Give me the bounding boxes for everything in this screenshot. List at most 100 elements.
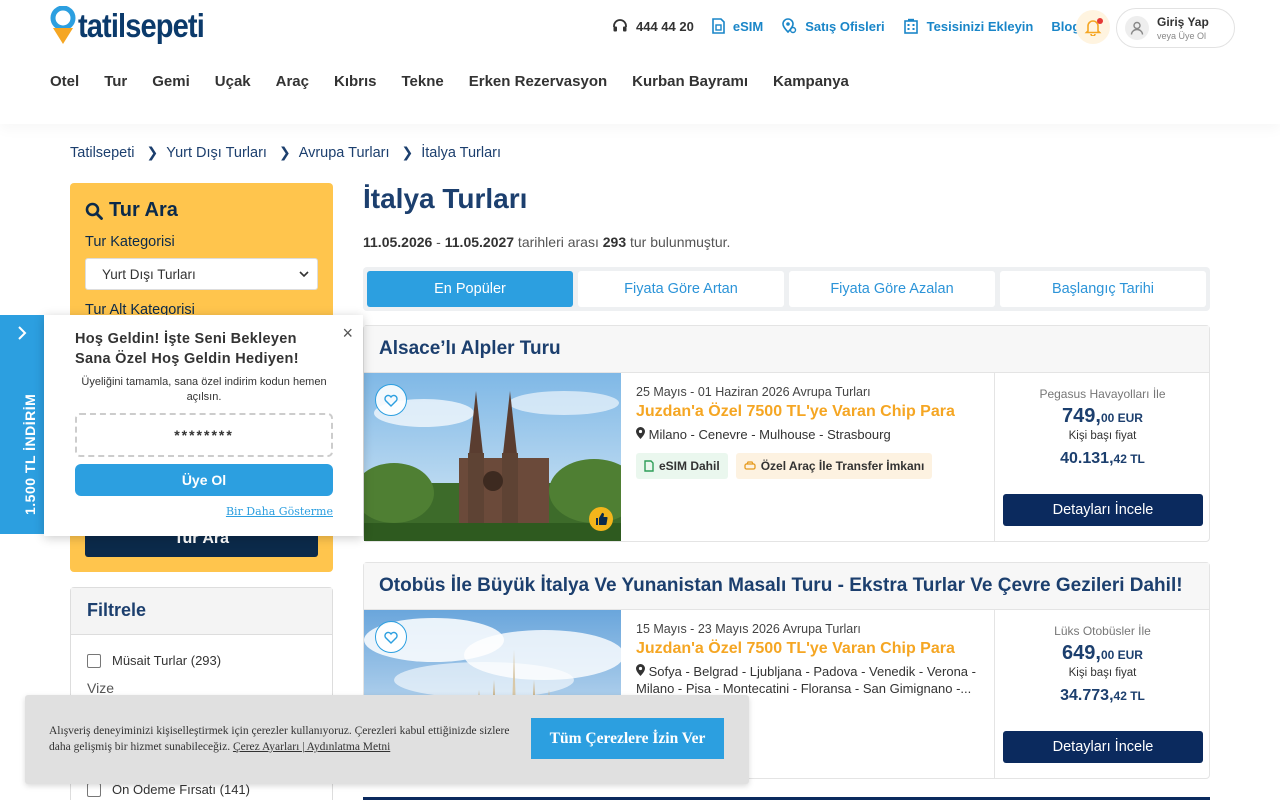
per-person-label: Kişi başı fiyat — [1068, 430, 1137, 442]
heart-icon — [384, 394, 398, 407]
login-label: Giriş Yap — [1157, 15, 1209, 29]
car-icon — [744, 461, 756, 470]
details-button[interactable]: Detayları İncele — [1003, 494, 1203, 526]
tour-route: Milano - Cenevre - Mulhouse - Strasbourg — [636, 426, 986, 443]
result-summary: 11.05.2026 - 11.05.2027 tarihleri arası … — [363, 234, 731, 250]
filter-available[interactable]: Müsait Turlar (293) — [71, 653, 332, 668]
nav-item-tur[interactable]: Tur — [104, 73, 127, 90]
filter-prepay-label: Ön Ödeme Fırsatı (141) — [112, 782, 250, 797]
tour-image[interactable] — [364, 373, 621, 541]
prepay-checkbox[interactable] — [87, 782, 101, 797]
phone-link[interactable]: 444 44 20 — [612, 18, 694, 34]
headset-icon — [613, 19, 627, 32]
breadcrumb-current[interactable]: İtalya Turları — [421, 145, 501, 161]
page-title: İtalya Turları — [363, 183, 528, 214]
breadcrumb-item[interactable]: Avrupa Turları — [299, 145, 390, 161]
tag-transfer: Özel Araç İle Transfer İmkanı — [735, 453, 933, 479]
esim-link[interactable]: eSIM — [712, 18, 763, 34]
main-nav: Otel Tur Gemi Uçak Araç Kıbrıs Tekne Erk… — [50, 73, 874, 90]
details-button[interactable]: Detayları İncele — [1003, 731, 1203, 763]
search-panel-title: Tur Ara — [85, 199, 318, 222]
chevron-right-icon: ❯ — [278, 144, 291, 160]
location-search-icon — [782, 18, 797, 34]
accept-cookies-button[interactable]: Tüm Çerezlere İzin Ver — [531, 718, 724, 759]
price-column: Pegasus Havayolları İle 749,00 EUR Kişi … — [994, 373, 1210, 541]
filter-prepay[interactable]: Ön Ödeme Fırsatı (141) — [71, 782, 250, 797]
dont-show-again-link[interactable]: Bir Daha Gösterme — [75, 505, 333, 518]
thumbs-up-icon — [589, 507, 613, 531]
tour-promo: Juzdan'a Özel 7500 TL'ye Varan Chip Para — [636, 640, 955, 657]
nav-item-gemi[interactable]: Gemi — [152, 73, 190, 90]
available-checkbox[interactable] — [87, 653, 101, 668]
price-eur: 749,00 EUR — [1062, 405, 1143, 427]
logo-text: tatilsepeti — [78, 7, 205, 44]
user-avatar-icon — [1125, 16, 1149, 40]
category-select[interactable]: Yurt Dışı Turları — [85, 258, 318, 290]
offices-link[interactable]: Satış Ofisleri — [781, 18, 885, 34]
per-person-label: Kişi başı fiyat — [1068, 667, 1137, 679]
add-property-label: Tesisinizi Ekleyin — [926, 18, 1034, 34]
breadcrumb-item[interactable]: Yurt Dışı Turları — [166, 145, 267, 161]
cookie-settings-link[interactable]: Çerez Ayarları | Aydınlatma Metni — [233, 741, 390, 753]
discount-side-tab[interactable]: 1.500 TL İNDİRİM — [0, 315, 45, 534]
price-eur: 649,00 EUR — [1062, 642, 1143, 664]
chevron-down-icon — [299, 271, 309, 278]
logo-pin-icon — [50, 6, 76, 44]
nav-item-erken-rezervasyon[interactable]: Erken Rezervasyon — [469, 73, 607, 90]
cookie-banner: Alışveriş deneyiminizi kişiselleştirmek … — [25, 695, 749, 784]
tour-date: 25 Mayıs - 01 Haziran 2026 Avrupa Turlar… — [636, 385, 871, 399]
logo[interactable]: tatilsepeti — [50, 6, 221, 46]
cookie-text: Alışveriş deneyiminizi kişiselleştirmek … — [49, 725, 510, 753]
heart-icon — [384, 631, 398, 644]
signup-label: veya Üye Ol — [1157, 31, 1207, 41]
nav-item-ucak[interactable]: Uçak — [215, 73, 251, 90]
nav-item-kampanya[interactable]: Kampanya — [773, 73, 849, 90]
chevron-right-icon: ❯ — [146, 144, 159, 160]
tag-esim: eSIM Dahil — [636, 453, 728, 479]
sort-tab-price-desc[interactable]: Fiyata Göre Azalan — [789, 271, 995, 307]
price-tl: 34.773,42 TL — [1060, 687, 1145, 704]
nav-item-otel[interactable]: Otel — [50, 73, 79, 90]
nav-item-arac[interactable]: Araç — [276, 73, 309, 90]
tour-title[interactable]: Alsace’lı Alpler Turu — [364, 326, 1209, 373]
visa-filter-label: Vize — [87, 680, 114, 696]
chevron-right-icon — [18, 326, 27, 340]
nav-item-tekne[interactable]: Tekne — [402, 73, 444, 90]
esim-label: eSIM — [732, 18, 764, 34]
sort-tab-start-date[interactable]: Başlangıç Tarihi — [1000, 271, 1206, 307]
breadcrumb-item[interactable]: Tatilsepeti — [70, 145, 134, 161]
login-button[interactable]: Giriş Yap veya Üye Ol — [1116, 8, 1235, 48]
chevron-right-icon: ❯ — [401, 144, 414, 160]
popup-text: Üyeliğini tamamla, sana özel indirim kod… — [81, 376, 327, 403]
nav-item-kibris[interactable]: Kıbrıs — [334, 73, 377, 90]
popup-title: Hoş Geldin! İşte Seni Bekleyen Sana Özel… — [75, 331, 299, 367]
signup-button[interactable]: Üye Ol — [75, 464, 333, 496]
sim-card-icon — [644, 460, 654, 472]
map-marker-icon — [636, 664, 649, 679]
tour-promo: Juzdan'a Özel 7500 TL'ye Varan Chip Para — [636, 403, 955, 420]
carrier-label: Lüks Otobüsler İle — [1054, 624, 1151, 638]
notification-dot — [1097, 18, 1103, 24]
tour-route: Sofya - Belgrad - Ljubljana - Padova - V… — [636, 664, 976, 696]
tour-card: Alsace’lı Alpler Turu 25 Mayıs - 01 Hazi… — [363, 325, 1210, 542]
discount-side-tab-label: 1.500 TL İNDİRİM — [22, 393, 38, 515]
tour-title[interactable]: Otobüs İle Büyük İtalya Ve Yunanistan Ma… — [364, 563, 1209, 610]
favorite-button[interactable] — [375, 621, 407, 653]
category-select-value: Yurt Dışı Turları — [102, 266, 196, 282]
sort-tab-price-asc[interactable]: Fiyata Göre Artan — [578, 271, 784, 307]
nav-item-kurban-bayrami[interactable]: Kurban Bayramı — [632, 73, 748, 90]
filter-available-label: Müsait Turlar (293) — [112, 653, 222, 668]
map-marker-icon — [636, 427, 649, 442]
category-label: Tur Kategorisi — [85, 234, 175, 250]
breadcrumb: Tatilsepeti ❯ Yurt Dışı Turları ❯ Avrupa… — [70, 144, 501, 161]
sort-tab-popular[interactable]: En Popüler — [367, 271, 573, 307]
close-icon[interactable]: × — [342, 323, 353, 344]
tour-date: 15 Mayıs - 23 Mayıs 2026 Avrupa Turları — [636, 622, 861, 636]
add-property-link[interactable]: Tesisinizi Ekleyin — [903, 18, 1034, 34]
notification-button[interactable] — [1076, 10, 1110, 44]
favorite-button[interactable] — [375, 384, 407, 416]
sim-card-icon — [712, 18, 725, 34]
discount-code-field: ******** — [75, 413, 333, 457]
price-column: Lüks Otobüsler İle 649,00 EUR Kişi başı … — [994, 610, 1210, 778]
welcome-popup: × Hoş Geldin! İşte Seni Bekleyen Sana Öz… — [44, 315, 363, 536]
